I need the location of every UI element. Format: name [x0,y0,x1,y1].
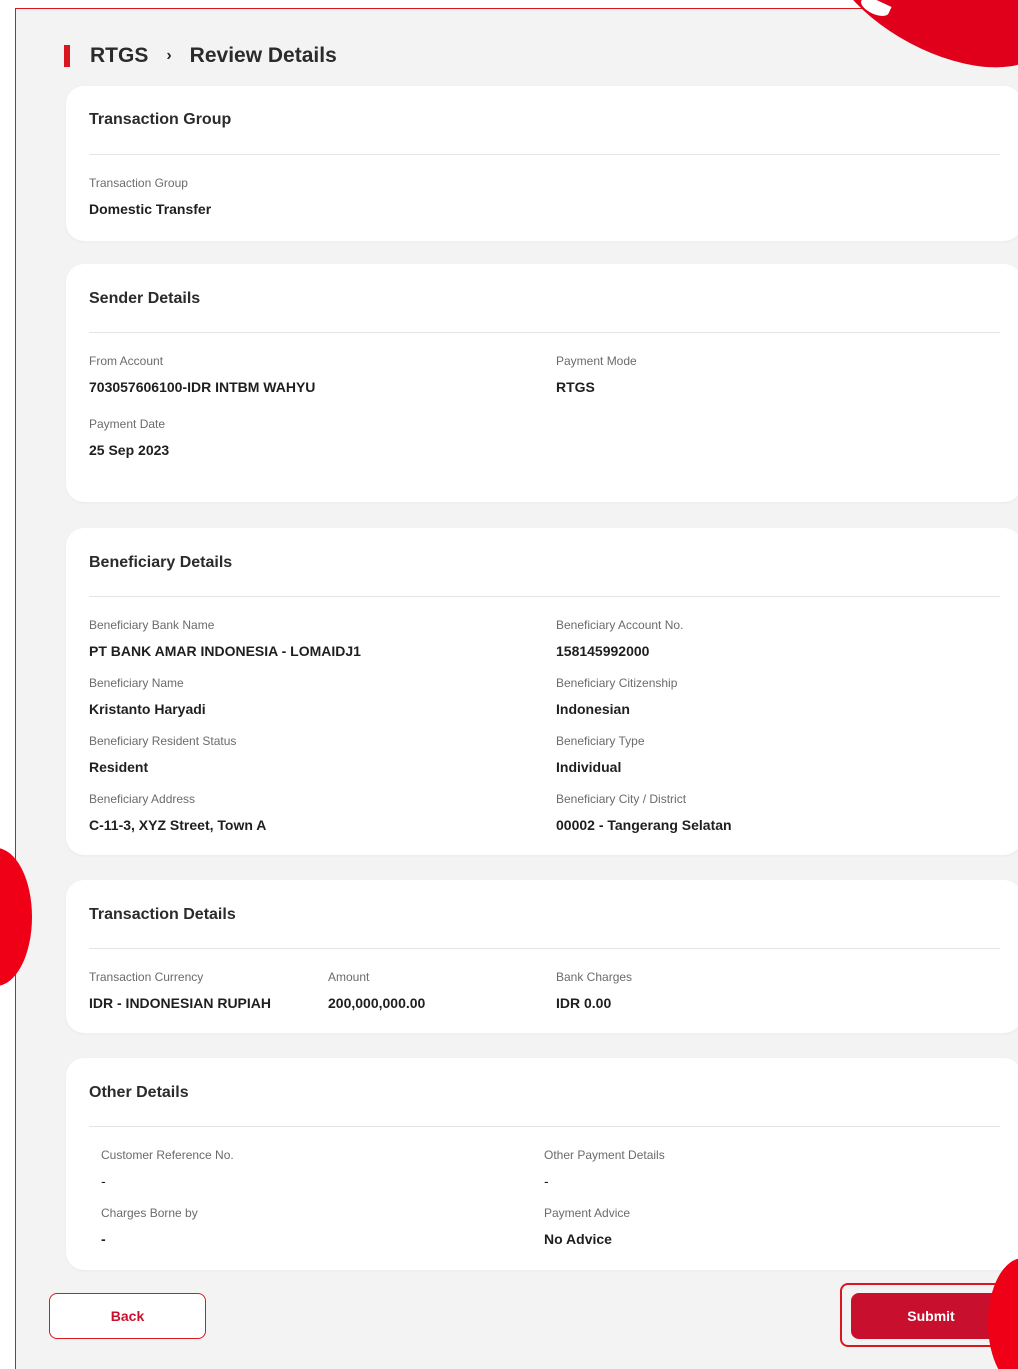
sender-details-card: Sender Details From Account 703057606100… [66,264,1018,502]
transaction-group-card: Transaction Group Transaction Group Dome… [66,86,1018,241]
beneficiary-name-field: Beneficiary Name Kristanto Haryadi [89,676,206,717]
field-value: IDR - INDONESIAN RUPIAH [89,995,272,1011]
field-label: Payment Advice [544,1206,631,1220]
field-value: RTGS [556,379,595,395]
beneficiary-address-field: Beneficiary Address C-11-3, XYZ Street, … [89,792,266,833]
field-value: 703057606100-IDR INTBM WAHYU [89,379,316,395]
field-label: Beneficiary Name [89,676,184,690]
divider [89,154,1000,155]
card-title: Sender Details [89,290,201,307]
amount-field: Amount 200,000,000.00 [328,970,425,1011]
field-value: Domestic Transfer [89,201,212,217]
field-label: Beneficiary Bank Name [89,618,215,632]
field-value: 00002 - Tangerang Selatan [556,817,732,833]
payment-advice-field: Payment Advice No Advice [544,1206,630,1247]
field-value: Indonesian [556,701,630,717]
field-value: C-11-3, XYZ Street, Town A [89,817,267,833]
field-label: Other Payment Details [544,1148,665,1162]
field-label: Payment Mode [556,354,637,368]
field-value: 200,000,000.00 [328,995,426,1011]
charges-borne-by-field: Charges Borne by - [101,1206,198,1247]
bank-charges-field: Bank Charges IDR 0.00 [556,970,632,1011]
breadcrumb: RTGS › Review Details [64,43,337,69]
back-button[interactable]: Back [49,1293,206,1339]
field-label: Beneficiary Address [89,792,196,806]
field-value: Kristanto Haryadi [89,701,206,717]
field-value: - [544,1173,549,1189]
transaction-group-field: Transaction Group Domestic Transfer [89,176,211,217]
divider [89,948,1000,949]
customer-reference-field: Customer Reference No. - [101,1148,234,1189]
divider [89,332,1000,333]
field-value: No Advice [544,1231,612,1247]
field-label: Beneficiary City / District [556,792,687,806]
breadcrumb-accent-bar [64,45,70,67]
transaction-details-card: Transaction Details Transaction Currency… [66,880,1018,1033]
field-value: 25 Sep 2023 [89,442,170,458]
beneficiary-city-field: Beneficiary City / District 00002 - Tang… [556,792,732,833]
field-label: Amount [328,970,370,984]
other-payment-details-field: Other Payment Details - [544,1148,665,1189]
field-label: Beneficiary Citizenship [556,676,678,690]
beneficiary-account-no-field: Beneficiary Account No. 158145992000 [556,618,683,659]
card-title: Other Details [89,1084,189,1101]
divider [89,596,1000,597]
field-label: From Account [89,354,164,368]
breadcrumb-root[interactable]: RTGS [90,44,148,68]
field-label: Charges Borne by [101,1206,198,1220]
payment-mode-field: Payment Mode RTGS [556,354,637,395]
field-label: Bank Charges [556,970,633,984]
beneficiary-type-field: Beneficiary Type Individual [556,734,645,775]
beneficiary-bank-name-field: Beneficiary Bank Name PT BANK AMAR INDON… [89,618,361,659]
other-details-card: Other Details Customer Reference No. - O… [66,1058,1018,1270]
page-title: Review Details [189,44,337,67]
field-label: Transaction Currency [89,970,204,984]
field-value: Individual [556,759,622,775]
field-value: 158145992000 [556,643,650,659]
field-label: Beneficiary Type [556,734,645,748]
field-label: Payment Date [89,417,166,431]
beneficiary-details-card: Beneficiary Details Beneficiary Bank Nam… [66,528,1018,855]
submit-button[interactable]: Submit [851,1293,1011,1339]
page-frame: RTGS › Review Details Transaction Group … [15,8,1018,1369]
beneficiary-citizenship-field: Beneficiary Citizenship Indonesian [556,676,677,717]
field-value: - [101,1173,106,1189]
field-value: - [101,1231,106,1247]
transaction-currency-field: Transaction Currency IDR - INDONESIAN RU… [89,970,271,1011]
divider [89,1126,1000,1127]
field-value: PT BANK AMAR INDONESIA - LOMAIDJ1 [89,643,361,659]
card-title: Beneficiary Details [89,554,233,571]
field-label: Transaction Group [89,176,188,190]
payment-date-field: Payment Date 25 Sep 2023 [89,417,169,458]
chevron-right-icon: › [166,47,172,64]
field-value: Resident [89,759,149,775]
from-account-field: From Account 703057606100-IDR INTBM WAHY… [89,354,315,395]
field-value: IDR 0.00 [556,995,612,1011]
field-label: Beneficiary Resident Status [89,734,237,748]
card-title: Transaction Group [89,111,232,128]
field-label: Beneficiary Account No. [556,618,684,632]
field-label: Customer Reference No. [101,1148,234,1162]
card-title: Transaction Details [89,906,236,923]
beneficiary-resident-status-field: Beneficiary Resident Status Resident [89,734,236,775]
